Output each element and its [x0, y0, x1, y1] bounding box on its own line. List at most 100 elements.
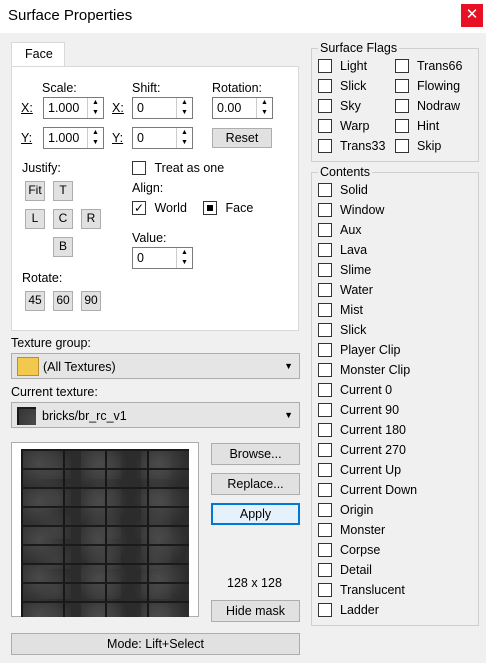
current-texture-label: Current texture: [11, 385, 98, 399]
spin-down-icon[interactable]: ▼ [177, 108, 192, 118]
contents-item-17[interactable]: Monster [318, 523, 408, 539]
rotate-60-button[interactable]: 60 [53, 291, 73, 311]
spin-up-icon[interactable]: ▲ [177, 248, 192, 258]
contents-item-12-label: Current 180 [340, 423, 407, 437]
checkbox-icon [318, 603, 332, 617]
justify-left-button[interactable]: L [25, 209, 45, 229]
spin-up-icon[interactable]: ▲ [177, 98, 192, 108]
contents-item-3[interactable]: Lava [318, 243, 408, 259]
justify-center-button[interactable]: C [53, 209, 73, 229]
surface-flag-right-3[interactable]: Hint [395, 119, 485, 135]
surface-flag-right-4-label: Skip [417, 139, 442, 153]
contents-item-1[interactable]: Window [318, 203, 408, 219]
contents-item-11-label: Current 90 [340, 403, 400, 417]
contents-item-8[interactable]: Player Clip [318, 343, 408, 359]
spin-down-icon[interactable]: ▼ [257, 108, 272, 118]
close-icon[interactable]: ✕ [461, 4, 483, 27]
surface-flag-left-1-label: Slick [340, 79, 367, 93]
spin-up-icon[interactable]: ▲ [88, 98, 103, 108]
spin-up-icon[interactable]: ▲ [257, 98, 272, 108]
spin-up-icon[interactable]: ▲ [88, 128, 103, 138]
scale-y-value: 1.000 [48, 131, 80, 145]
checkbox-icon [318, 283, 332, 297]
hide-mask-button[interactable]: Hide mask [211, 600, 300, 622]
spin-down-icon[interactable]: ▼ [177, 138, 192, 148]
contents-item-4-label: Slime [340, 263, 372, 277]
surface-flag-right-2[interactable]: Nodraw [395, 99, 485, 115]
texture-group-dropdown[interactable]: (All Textures) ▼ [11, 353, 300, 379]
spin-down-icon[interactable]: ▼ [177, 258, 192, 268]
contents-item-12[interactable]: Current 180 [318, 423, 408, 439]
justify-top-button[interactable]: T [53, 181, 73, 201]
texture-thumbnail-icon [17, 407, 36, 425]
contents-item-0-label: Solid [340, 183, 368, 197]
folder-icon [17, 357, 39, 376]
checkbox-icon [318, 203, 332, 217]
align-world-checkbox[interactable]: ✓ World [132, 200, 187, 215]
tab-face[interactable]: Face [11, 42, 65, 67]
scale-y-spinner[interactable]: 1.000 ▲ ▼ [43, 127, 104, 149]
contents-item-16[interactable]: Origin [318, 503, 408, 519]
mode-button[interactable]: Mode: Lift+Select [11, 633, 300, 655]
justify-fit-button[interactable]: Fit [25, 181, 45, 201]
spin-down-icon[interactable]: ▼ [88, 138, 103, 148]
rotate-45-button[interactable]: 45 [25, 291, 45, 311]
contents-item-10[interactable]: Current 0 [318, 383, 408, 399]
contents-item-9-label: Monster Clip [340, 363, 411, 377]
checkbox-icon [318, 323, 332, 337]
contents-item-19[interactable]: Detail [318, 563, 408, 579]
tab-face-label: Face [25, 47, 53, 61]
surface-flag-right-4[interactable]: Skip [395, 139, 485, 155]
value-value: 0 [137, 251, 144, 265]
contents-item-2[interactable]: Aux [318, 223, 408, 239]
surface-flag-left-4-label: Trans33 [340, 139, 386, 153]
browse-button[interactable]: Browse... [211, 443, 300, 465]
reset-button[interactable]: Reset [212, 128, 272, 148]
contents-item-14-label: Current Up [340, 463, 402, 477]
justify-bottom-button[interactable]: B [53, 237, 73, 257]
checkbox-icon [318, 183, 332, 197]
contents-item-4[interactable]: Slime [318, 263, 408, 279]
justify-right-button[interactable]: R [81, 209, 101, 229]
contents-item-7[interactable]: Slick [318, 323, 408, 339]
align-face-checkbox[interactable]: Face [203, 200, 253, 215]
rotation-spinner[interactable]: 0.00 ▲ ▼ [212, 97, 273, 119]
checkbox-icon [318, 583, 332, 597]
checkbox-icon [318, 223, 332, 237]
contents-item-6-label: Mist [340, 303, 363, 317]
spin-down-icon[interactable]: ▼ [88, 108, 103, 118]
surface-flag-right-0[interactable]: Trans66 [395, 59, 485, 75]
contents-item-18[interactable]: Corpse [318, 543, 408, 559]
treat-as-one-checkbox[interactable]: Treat as one [132, 160, 224, 175]
shift-y-spinner[interactable]: 0 ▲ ▼ [132, 127, 193, 149]
contents-item-21[interactable]: Ladder [318, 603, 408, 619]
replace-button[interactable]: Replace... [211, 473, 300, 495]
surface-flag-right-1[interactable]: Flowing [395, 79, 485, 95]
contents-item-14[interactable]: Current Up [318, 463, 408, 479]
value-spinner[interactable]: 0 ▲ ▼ [132, 247, 193, 269]
contents-item-9[interactable]: Monster Clip [318, 363, 411, 379]
rotate-90-button[interactable]: 90 [81, 291, 101, 311]
checkbox-icon [318, 59, 332, 73]
scale-x-spinner[interactable]: 1.000 ▲ ▼ [43, 97, 104, 119]
contents-item-5[interactable]: Water [318, 283, 408, 299]
contents-item-13[interactable]: Current 270 [318, 443, 408, 459]
texture-preview-frame [11, 442, 199, 617]
current-texture-value: bricks/br_rc_v1 [42, 409, 127, 423]
contents-item-20[interactable]: Translucent [318, 583, 408, 599]
current-texture-dropdown[interactable]: bricks/br_rc_v1 ▼ [11, 402, 300, 428]
surface-flag-left-0-label: Light [340, 59, 368, 73]
spin-up-icon[interactable]: ▲ [177, 128, 192, 138]
contents-item-0[interactable]: Solid [318, 183, 408, 199]
shift-x-value: 0 [137, 101, 144, 115]
checkbox-icon [318, 303, 332, 317]
contents-item-11[interactable]: Current 90 [318, 403, 408, 419]
apply-button[interactable]: Apply [211, 503, 300, 525]
shift-x-spinner[interactable]: 0 ▲ ▼ [132, 97, 193, 119]
scale-x-value: 1.000 [48, 101, 80, 115]
value-label: Value: [132, 231, 167, 245]
scale-x-label: X: [21, 101, 33, 115]
contents-item-15[interactable]: Current Down [318, 483, 417, 499]
checkbox-icon [318, 423, 332, 437]
contents-item-6[interactable]: Mist [318, 303, 408, 319]
